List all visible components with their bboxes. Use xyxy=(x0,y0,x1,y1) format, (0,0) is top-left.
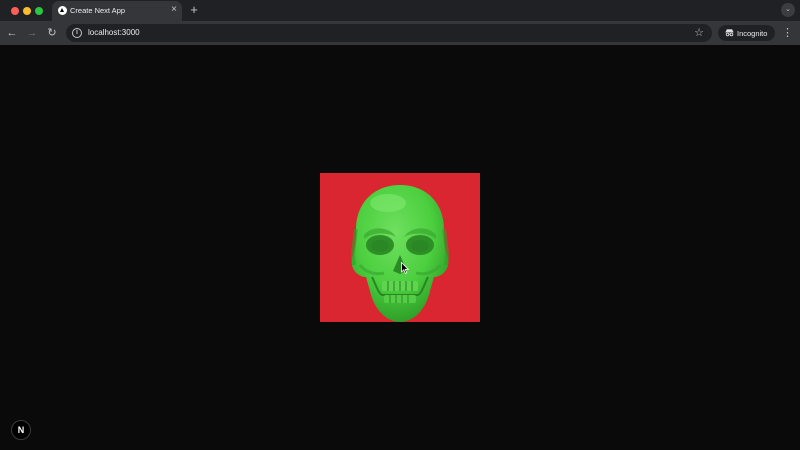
page-viewport: N xyxy=(0,45,800,450)
tab-title: Create Next App xyxy=(70,6,126,15)
new-tab-button[interactable]: + xyxy=(187,3,201,17)
mouse-cursor-icon xyxy=(401,262,409,274)
site-info-icon[interactable]: i xyxy=(72,28,82,38)
tab-create-next-app[interactable]: Create Next App × xyxy=(52,1,182,21)
window-zoom-button[interactable] xyxy=(35,7,43,15)
window-minimize-button[interactable] xyxy=(23,7,31,15)
url-text[interactable]: localhost:3000 xyxy=(88,28,140,37)
nextjs-dev-tools-button[interactable]: N xyxy=(11,420,31,440)
chrome-menu-icon[interactable]: ⋮ xyxy=(782,26,793,40)
incognito-label: Incognito xyxy=(737,29,768,38)
skull-image xyxy=(320,173,480,322)
bookmark-star-icon[interactable]: ☆ xyxy=(694,26,704,40)
tab-close-icon[interactable]: × xyxy=(171,4,177,16)
tab-search-button[interactable]: ⌄ xyxy=(781,3,795,17)
incognito-indicator[interactable]: Incognito xyxy=(718,25,775,41)
tab-strip: Create Next App × + ⌄ xyxy=(0,0,800,21)
window-close-button[interactable] xyxy=(11,7,19,15)
forward-button[interactable]: → xyxy=(25,26,39,40)
nextjs-favicon-icon xyxy=(58,6,67,15)
back-button[interactable]: ← xyxy=(5,26,19,40)
incognito-icon xyxy=(725,29,734,37)
reload-button[interactable]: ↻ xyxy=(45,26,59,40)
green-skull-illustration xyxy=(351,185,449,322)
browser-toolbar: ← → ↻ i localhost:3000 ☆ Incognito ⋮ xyxy=(0,21,800,45)
address-bar[interactable]: i localhost:3000 ☆ xyxy=(66,24,712,42)
